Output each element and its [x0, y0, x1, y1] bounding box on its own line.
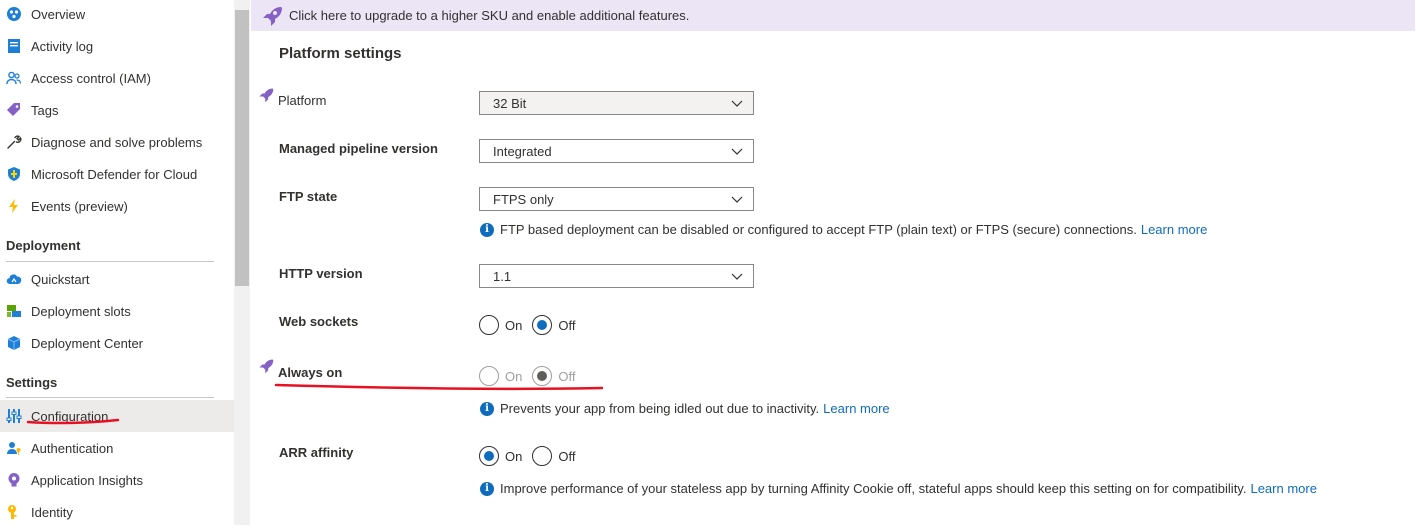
always-on-off-radio[interactable]: Off — [532, 366, 575, 386]
sidebar-item-authentication[interactable]: Authentication — [0, 432, 234, 464]
always-on-label: Always on — [278, 365, 343, 380]
ftp-dropdown[interactable]: FTPS only — [479, 187, 754, 211]
arr-affinity-off-radio[interactable]: Off — [532, 446, 575, 466]
platform-label: Platform — [278, 93, 327, 108]
lightbulb-icon — [6, 472, 22, 488]
scrollbar-thumb[interactable] — [235, 10, 249, 286]
chevron-down-icon — [731, 269, 743, 284]
sidebar-item-defender[interactable]: Microsoft Defender for Cloud — [0, 158, 234, 190]
sidebar-item-identity[interactable]: Identity — [0, 496, 234, 528]
info-icon: i — [480, 401, 494, 416]
key-icon — [6, 504, 22, 520]
websockets-on-radio[interactable]: On — [479, 315, 522, 335]
sidebar-item-overview[interactable]: Overview — [0, 0, 234, 30]
chevron-down-icon — [731, 192, 743, 207]
sidebar-item-activity-log[interactable]: Activity log — [0, 30, 234, 62]
sidebar-item-application-insights[interactable]: Application Insights — [0, 464, 234, 496]
arr-affinity-radio-group: On Off — [479, 446, 585, 466]
wrench-icon — [6, 134, 22, 150]
rocket-icon — [261, 5, 283, 27]
rocket-icon — [258, 87, 274, 103]
websockets-label: Web sockets — [279, 314, 359, 329]
section-header-settings: Settings — [6, 375, 58, 390]
slots-icon — [6, 303, 22, 319]
pipeline-label: Managed pipeline version — [279, 141, 438, 156]
upgrade-banner[interactable]: Click here to upgrade to a higher SKU an… — [251, 0, 1415, 31]
main-content: Click here to upgrade to a higher SKU an… — [250, 0, 1416, 525]
always-on-info: i Prevents your app from being idled out… — [480, 401, 890, 416]
platform-dropdown[interactable]: 32 Bit — [479, 91, 754, 115]
pipeline-dropdown[interactable]: Integrated — [479, 139, 754, 163]
chevron-down-icon — [731, 144, 743, 159]
people-icon — [6, 70, 22, 86]
sidebar-item-deployment-center[interactable]: Deployment Center — [0, 327, 234, 359]
ftp-info: i FTP based deployment can be disabled o… — [480, 222, 1207, 237]
arr-affinity-info: i Improve performance of your stateless … — [480, 481, 1317, 496]
rocket-icon — [258, 358, 274, 374]
section-divider — [6, 261, 214, 262]
lightning-icon — [6, 198, 22, 214]
always-on-learn-more-link[interactable]: Learn more — [823, 401, 889, 416]
cloud-icon — [6, 271, 22, 287]
ftp-label: FTP state — [279, 189, 338, 204]
sidebar-scrollbar[interactable] — [234, 0, 250, 525]
page-title: Platform settings — [279, 45, 402, 62]
arr-affinity-learn-more-link[interactable]: Learn more — [1250, 481, 1316, 496]
cube-icon — [6, 335, 22, 351]
sidebar-item-deployment-slots[interactable]: Deployment slots — [0, 295, 234, 327]
activity-log-icon — [6, 38, 22, 54]
http-label: HTTP version — [279, 266, 363, 281]
person-key-icon — [6, 440, 22, 456]
ftp-learn-more-link[interactable]: Learn more — [1141, 222, 1207, 237]
always-on-radio-group: On Off — [479, 366, 585, 386]
info-icon: i — [480, 222, 494, 237]
info-icon: i — [480, 481, 494, 496]
websockets-radio-group: On Off — [479, 315, 585, 335]
sidebar-item-quickstart[interactable]: Quickstart — [0, 263, 234, 295]
sliders-icon — [6, 408, 22, 424]
arr-affinity-on-radio[interactable]: On — [479, 446, 522, 466]
websockets-off-radio[interactable]: Off — [532, 315, 575, 335]
section-divider — [6, 397, 214, 398]
sidebar-item-configuration[interactable]: Configuration — [0, 400, 234, 432]
http-version-dropdown[interactable]: 1.1 — [479, 264, 754, 288]
sidebar-item-events[interactable]: Events (preview) — [0, 190, 234, 222]
section-header-deployment: Deployment — [6, 238, 81, 253]
sidebar-item-diagnose[interactable]: Diagnose and solve problems — [0, 126, 234, 158]
tag-icon — [6, 102, 22, 118]
chevron-down-icon — [731, 96, 743, 111]
overview-icon — [6, 6, 22, 22]
arr-affinity-label: ARR affinity — [279, 445, 354, 460]
sidebar-item-access-control[interactable]: Access control (IAM) — [0, 62, 234, 94]
always-on-on-radio[interactable]: On — [479, 366, 522, 386]
banner-text: Click here to upgrade to a higher SKU an… — [289, 8, 690, 23]
shield-icon — [6, 166, 22, 182]
sidebar: Overview Activity log Access control (IA… — [0, 0, 234, 525]
sidebar-item-tags[interactable]: Tags — [0, 94, 234, 126]
